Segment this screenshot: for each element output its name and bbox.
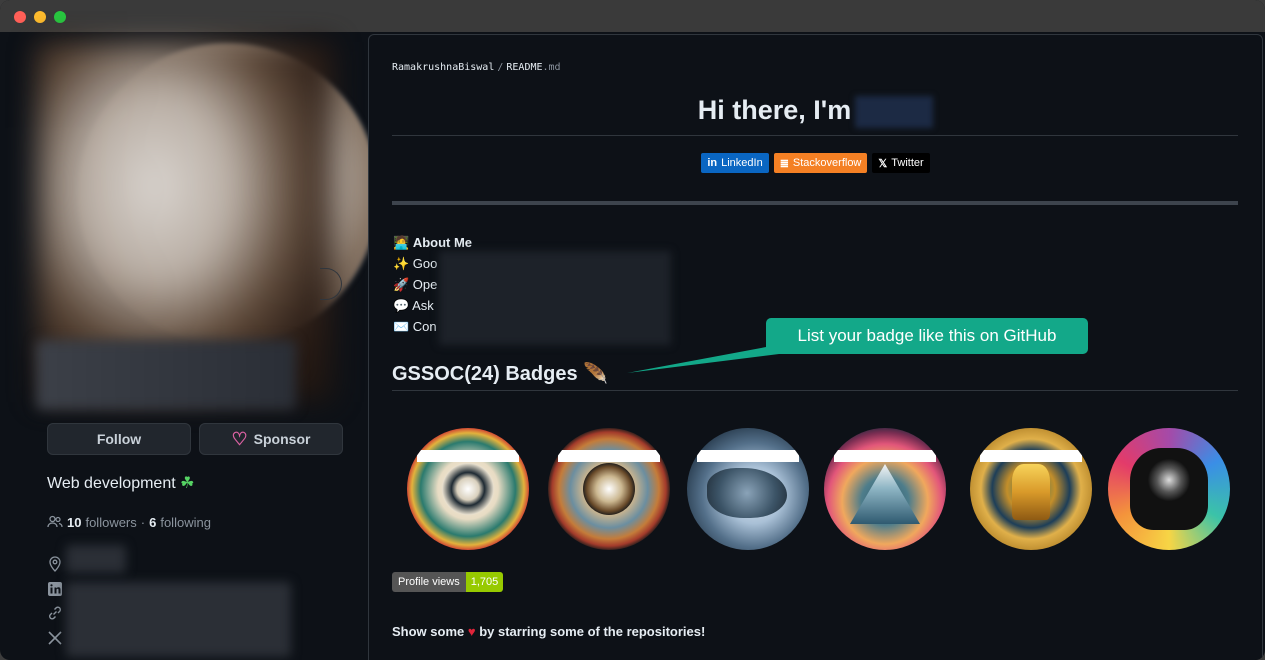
about-blurred (439, 251, 671, 345)
magnifier-badge[interactable] (548, 428, 670, 550)
readme-title-text: Hi there, I'm (697, 95, 852, 125)
stackoverflow-badge-label: Stackoverflow (792, 157, 862, 169)
star-request: Show some ♥ by starring some of the repo… (392, 624, 706, 639)
twitter-badge-label: Twitter (891, 157, 924, 169)
compass-icon (442, 463, 494, 515)
stackoverflow-icon: ≣ (779, 157, 789, 170)
stats-separator: · (140, 514, 146, 530)
linkedin-icon (48, 582, 62, 596)
mountain-badge[interactable] (824, 428, 946, 550)
name-blurred (855, 95, 934, 128)
title-divider (392, 135, 1238, 136)
shoe-badge[interactable] (687, 428, 809, 550)
breadcrumb-separator: / (497, 62, 504, 73)
section-divider (392, 201, 1238, 205)
callout-pointer (627, 345, 787, 373)
title-bar (0, 0, 1265, 32)
badge-gallery (405, 428, 1235, 552)
close-window-button[interactable] (14, 11, 26, 23)
trophy-badge[interactable] (970, 428, 1092, 550)
minimize-window-button[interactable] (34, 11, 46, 23)
heart-icon: ♡ (231, 429, 248, 449)
about-heading: 🧑‍💻 About Me (393, 235, 473, 250)
shamrock-icon: ☘ (180, 475, 195, 492)
follow-button[interactable]: Follow (47, 423, 191, 455)
feather-icon: 🪶 (583, 363, 609, 385)
lightbulb-badge[interactable] (1108, 428, 1230, 550)
badges-divider (392, 390, 1238, 391)
linkedin-icon: in (707, 157, 718, 169)
stackoverflow-badge[interactable]: ≣ Stackoverflow (773, 153, 868, 173)
x-icon (48, 631, 62, 645)
sponsor-label: Sponsor (253, 431, 311, 447)
readme-title: Hi there, I'm (369, 95, 1262, 128)
profile-views-label: Profile views (392, 572, 466, 592)
trophy-icon (1012, 464, 1050, 520)
breadcrumb: RamakrushnaBiswal / README.md (392, 62, 561, 73)
linkedin-badge[interactable]: in LinkedIn (701, 153, 769, 173)
browser-window: Follow ♡ Sponsor Web development ☘ 10 fo… (0, 0, 1265, 660)
profile-bio: Web development ☘ (47, 473, 194, 493)
sponsor-button[interactable]: ♡ Sponsor (199, 423, 343, 455)
social-links-blurred (66, 582, 291, 657)
followers-count[interactable]: 10 (67, 515, 81, 530)
profile-name-blurred (36, 340, 296, 410)
profile-views-count: 1,705 (465, 572, 504, 592)
x-icon: 𝕏 (878, 157, 888, 170)
profile-views-badge: Profile views 1,705 (392, 572, 504, 592)
social-badges: in LinkedIn ≣ Stackoverflow 𝕏 Twitter (369, 153, 1262, 173)
bio-text: Web development (47, 475, 176, 492)
shoe-icon (707, 468, 787, 518)
readme-panel: RamakrushnaBiswal / README.md Hi there, I'… (368, 34, 1263, 660)
following-label[interactable]: following (160, 515, 211, 530)
breadcrumb-ext: .md (542, 62, 561, 73)
followers-label[interactable]: followers (85, 515, 136, 530)
link-icon (49, 606, 61, 620)
location-blurred (66, 545, 126, 573)
heart-icon: ♥ (467, 624, 476, 639)
breadcrumb-user[interactable]: RamakrushnaBiswal (392, 62, 494, 73)
breadcrumb-file[interactable]: README (506, 62, 542, 73)
compass-badge[interactable] (407, 428, 529, 550)
maximize-window-button[interactable] (54, 11, 66, 23)
twitter-badge[interactable]: 𝕏 Twitter (872, 153, 930, 173)
follow-stats: 10 followers · 6 following (47, 514, 211, 530)
people-icon (47, 515, 63, 528)
annotation-callout: List your badge like this on GitHub (766, 318, 1088, 354)
technologist-icon: 🧑‍💻 (393, 235, 410, 250)
location-icon (49, 556, 61, 572)
magnifier-icon (583, 463, 635, 515)
following-count[interactable]: 6 (149, 515, 156, 530)
badges-heading: GSSOC(24) Badges 🪶 (392, 363, 609, 385)
linkedin-badge-label: LinkedIn (721, 157, 763, 169)
mountain-icon (850, 464, 920, 524)
